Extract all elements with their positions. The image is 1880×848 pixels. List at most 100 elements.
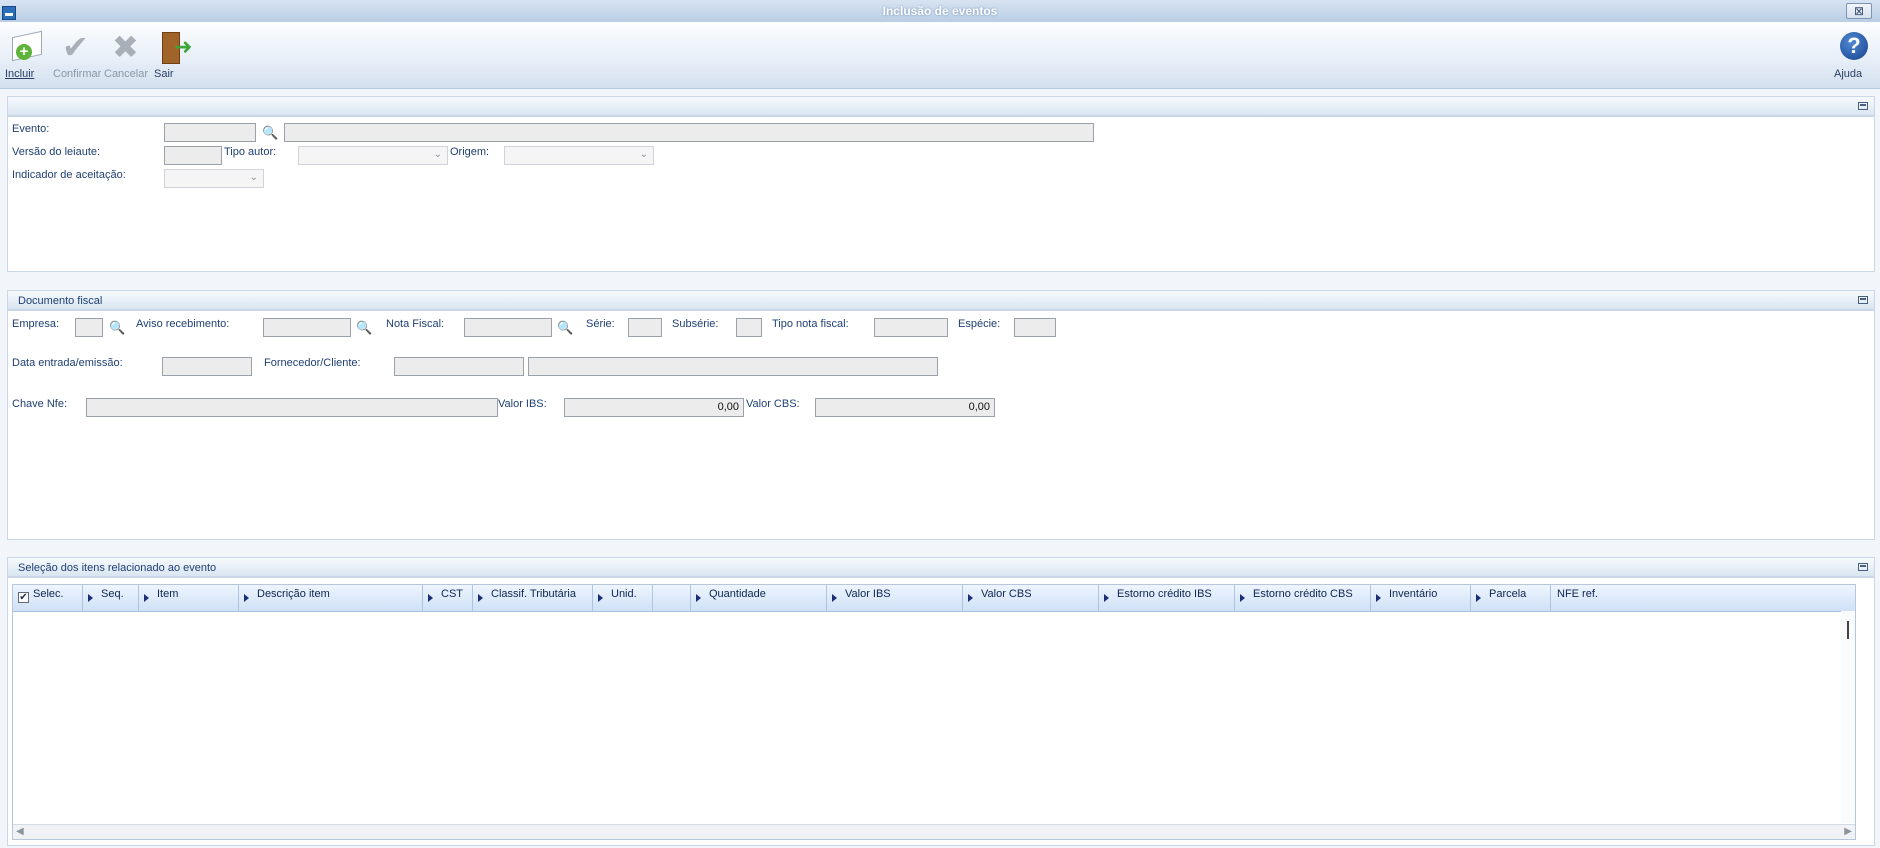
lookup-icon[interactable]: 🔍 — [109, 320, 125, 336]
window-title: Inclusão de eventos — [882, 4, 998, 18]
col-valor-ibs-label: Valor IBS — [845, 588, 891, 600]
sort-arrow-icon — [428, 594, 433, 602]
close-window-button[interactable]: ⊠ — [1846, 3, 1872, 19]
vertical-scrollbar[interactable] — [1841, 611, 1855, 823]
col-classif[interactable]: Classif. Tributária — [473, 585, 593, 611]
sort-arrow-icon — [478, 594, 483, 602]
col-estorno-cbs[interactable]: Estorno crédito CBS — [1235, 585, 1371, 611]
origem-label: Origem: — [450, 146, 490, 158]
sort-arrow-icon — [598, 594, 603, 602]
lookup-icon[interactable]: 🔍 — [557, 320, 573, 336]
cancelar-button[interactable]: Cancelar — [104, 28, 148, 80]
serie-label: Série: — [586, 318, 615, 330]
select-all-checkbox[interactable]: ✔ — [18, 592, 29, 603]
col-estorno-ibs-label: Estorno crédito IBS — [1117, 588, 1212, 600]
sair-label: Sair — [154, 68, 174, 80]
evento-code-field[interactable] — [164, 123, 256, 142]
ajuda-label: Ajuda — [1834, 68, 1863, 80]
empresa-field[interactable] — [75, 318, 103, 337]
evento-description-field[interactable] — [284, 123, 1094, 142]
indicador-aceitacao-label: Indicador de aceitação: — [12, 169, 126, 181]
valor-ibs-label: Valor IBS: — [498, 398, 547, 410]
col-unid-label: Unid. — [611, 588, 637, 600]
chevron-down-icon: ⌄ — [639, 149, 648, 160]
especie-field[interactable] — [1014, 318, 1056, 337]
incluir-button[interactable]: Incluir — [5, 28, 47, 80]
col-item[interactable]: Item — [139, 585, 239, 611]
col-descricao[interactable]: Descrição item — [239, 585, 423, 611]
evento-panel: Evento: 🔍 Versão do leiaute: Tipo autor:… — [7, 116, 1875, 272]
valor-ibs-field[interactable]: 0,00 — [564, 398, 744, 417]
col-quantidade[interactable]: Quantidade — [691, 585, 827, 611]
confirmar-label: Confirmar — [53, 68, 102, 80]
incluir-icon — [6, 28, 46, 66]
col-valor-ibs[interactable]: Valor IBS — [827, 585, 963, 611]
confirmar-button[interactable]: Confirmar — [53, 28, 101, 80]
scroll-left-icon[interactable]: ◀ — [16, 826, 24, 837]
scrollbar-thumb[interactable] — [1847, 621, 1849, 639]
sort-arrow-icon — [1240, 594, 1245, 602]
col-descricao-label: Descrição item — [257, 588, 330, 600]
col-cst[interactable]: CST — [423, 585, 473, 611]
lookup-icon[interactable]: 🔍 — [356, 320, 372, 336]
sort-arrow-icon — [1476, 594, 1481, 602]
col-valor-cbs-label: Valor CBS — [981, 588, 1032, 600]
sort-arrow-icon — [832, 594, 837, 602]
col-quantidade-label: Quantidade — [709, 588, 766, 600]
col-unid[interactable]: Unid. — [593, 585, 653, 611]
col-seq[interactable]: Seq. — [83, 585, 139, 611]
fornecedor-name-field[interactable] — [528, 357, 938, 376]
sair-icon — [154, 28, 194, 66]
fornecedor-cliente-label: Fornecedor/Cliente: — [264, 357, 361, 369]
horizontal-scrollbar[interactable]: ◀ ▶ — [13, 824, 1855, 839]
col-estorno-cbs-label: Estorno crédito CBS — [1253, 588, 1353, 600]
col-inventario[interactable]: Inventário — [1371, 585, 1471, 611]
aviso-recebimento-field[interactable] — [263, 318, 351, 337]
minimize-panel-button[interactable] — [1858, 296, 1868, 304]
origem-select[interactable]: ⌄ — [504, 146, 654, 165]
chave-nfe-field[interactable] — [86, 398, 498, 417]
versao-leiaute-field[interactable] — [164, 146, 222, 165]
tipo-autor-select[interactable]: ⌄ — [298, 146, 448, 165]
itens-panel-header: Seleção dos itens relacionado ao evento — [7, 557, 1875, 577]
toolbar: Incluir Confirmar Cancelar Sair Ajuda — [0, 22, 1880, 89]
fornecedor-code-field[interactable] — [394, 357, 524, 376]
ajuda-button[interactable]: Ajuda — [1834, 28, 1874, 80]
incluir-label: Incluir — [5, 68, 35, 80]
sort-arrow-icon — [1104, 594, 1109, 602]
sort-arrow-icon — [1376, 594, 1381, 602]
col-estorno-ibs[interactable]: Estorno crédito IBS — [1099, 585, 1235, 611]
tipo-nota-fiscal-field[interactable] — [874, 318, 948, 337]
minimize-panel-button[interactable] — [1858, 563, 1868, 571]
nota-fiscal-label: Nota Fiscal: — [386, 318, 445, 330]
sort-arrow-icon — [244, 594, 249, 602]
serie-field[interactable] — [628, 318, 662, 337]
minimize-panel-button[interactable] — [1858, 102, 1868, 110]
col-parcela[interactable]: Parcela — [1471, 585, 1551, 611]
sair-button[interactable]: Sair — [154, 28, 194, 80]
especie-label: Espécie: — [958, 318, 1001, 330]
subserie-label: Subsérie: — [672, 318, 719, 330]
col-blank[interactable] — [653, 585, 691, 611]
chevron-down-icon: ⌄ — [249, 172, 258, 183]
col-selec[interactable]: ✔ Selec. — [13, 585, 83, 611]
subserie-field[interactable] — [736, 318, 762, 337]
col-seq-label: Seq. — [101, 588, 124, 600]
scroll-right-icon[interactable]: ▶ — [1844, 826, 1852, 837]
itens-grid: ✔ Selec. Seq. Item Descrição item CST Cl… — [12, 584, 1856, 840]
sort-arrow-icon — [88, 594, 93, 602]
col-nfe-ref[interactable]: NFE ref. — [1551, 585, 1841, 611]
valor-cbs-field[interactable]: 0,00 — [815, 398, 995, 417]
tipo-autor-label: Tipo autor: — [224, 146, 277, 158]
documento-panel: Empresa: 🔍 Aviso recebimento: 🔍 Nota Fis… — [7, 310, 1875, 540]
col-item-label: Item — [157, 588, 179, 600]
lookup-icon[interactable]: 🔍 — [262, 125, 278, 141]
nota-fiscal-field[interactable] — [464, 318, 552, 337]
tipo-nota-fiscal-label: Tipo nota fiscal: — [772, 318, 849, 330]
col-valor-cbs[interactable]: Valor CBS — [963, 585, 1099, 611]
indicador-aceitacao-select[interactable]: ⌄ — [164, 169, 264, 188]
versao-leiaute-label: Versão do leiaute: — [12, 146, 101, 158]
col-nfe-ref-label: NFE ref. — [1557, 588, 1598, 600]
data-entrada-field[interactable] — [162, 357, 252, 376]
sort-arrow-icon — [968, 594, 973, 602]
